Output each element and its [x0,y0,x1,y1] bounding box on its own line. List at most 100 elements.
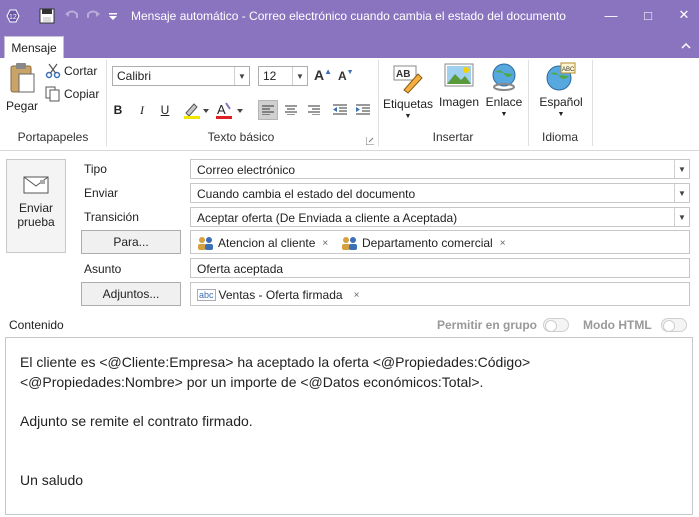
increase-indent-icon [356,104,370,115]
tag-pencil-icon: AB [393,65,423,94]
transicion-value: Aceptar oferta (De Enviada a cliente a A… [197,211,458,225]
asunto-input[interactable]: Oferta aceptada [190,258,690,278]
font-family-select[interactable]: Calibri ▼ [112,66,250,86]
group-label-insertar: Insertar [432,130,474,144]
customize-quick-access-icon[interactable] [108,8,118,24]
asunto-label: Asunto [84,262,122,276]
recipient-name: Departamento comercial [362,236,493,250]
remove-icon[interactable]: × [322,238,328,249]
etiquetas-label: Etiquetas [382,97,434,111]
attachment-chip[interactable]: abc Ventas - Oferta firmada × [197,288,359,302]
font-family-value: Calibri [117,69,152,83]
tab-mensaje[interactable]: Mensaje [4,36,64,59]
etiquetas-button[interactable]: AB Etiquetas ▼ [382,62,434,126]
body-line: Adjunto se remite el contrato firmado. [20,413,253,429]
ribbon-separator [592,60,593,146]
chevron-down-icon: ▼ [674,208,689,226]
tipo-label: Tipo [84,162,107,176]
language-globe-icon: ABC [546,62,576,91]
recipients-field[interactable]: Atencion al cliente × Departamento comer… [190,230,690,254]
group-label-texto-basico: Texto básico [207,130,275,144]
cut-button[interactable]: Cortar [45,62,97,80]
send-test-button[interactable]: Enviar prueba [6,159,66,253]
svg-text:A: A [217,102,226,117]
recipient-chip[interactable]: Departamento comercial × [341,236,506,250]
svg-text:AB: AB [396,69,410,80]
redo-icon[interactable] [85,8,101,24]
minimize-button[interactable]: — [595,0,627,30]
transicion-select[interactable]: Aceptar oferta (De Enviada a cliente a A… [190,207,690,227]
app-icon[interactable]: 12 [4,7,22,25]
highlight-button[interactable] [182,100,210,120]
close-button[interactable]: ✕ [668,0,699,30]
idioma-button[interactable]: ABC Español ▼ [534,62,588,126]
imagen-label: Imagen [438,95,480,109]
font-size-select[interactable]: 12 ▼ [258,66,308,86]
grow-font-button[interactable]: A▲ [314,67,332,83]
attachments-field[interactable]: abc Ventas - Oferta firmada × [190,282,690,306]
idioma-label: Español [539,95,583,109]
italic-button[interactable]: I [132,100,152,120]
enviar-select[interactable]: Cuando cambia el estado del documento ▼ [190,183,690,203]
body-line: Un saludo [20,472,84,488]
group-label-idioma: Idioma [541,130,579,144]
body-line: El cliente es <@Cliente:Empresa> ha acep… [20,354,531,370]
attachment-name: Ventas - Oferta firmada [218,288,343,302]
enviar-label: Enviar [84,186,119,200]
remove-icon[interactable]: × [500,238,506,249]
copy-label: Copiar [64,87,100,101]
enviar-value: Cuando cambia el estado del documento [197,187,416,201]
maximize-button[interactable]: □ [632,0,664,30]
grow-font-icon: A [314,67,325,83]
undo-icon[interactable] [64,8,80,24]
permitir-en-grupo-toggle[interactable] [543,318,569,332]
align-left-button[interactable] [258,100,278,120]
transicion-label: Transición [84,210,139,224]
send-test-line1: Enviar [18,201,53,215]
group-users-icon [198,237,213,250]
message-body-editor[interactable]: El cliente es <@Cliente:Empresa> ha acep… [5,337,693,515]
remove-icon[interactable]: × [354,290,360,301]
align-right-button[interactable] [304,100,324,120]
decrease-indent-button[interactable] [330,100,350,120]
copy-button[interactable]: Copiar [45,85,99,103]
shrink-font-button[interactable]: A▼ [338,69,354,83]
font-color-button[interactable]: A [214,100,246,120]
group-label-portapapeles: Portapapeles [17,130,89,144]
enlace-button[interactable]: Enlace ▼ [484,62,524,126]
paste-label: Pegar [5,99,39,113]
align-center-icon [285,105,297,115]
align-left-icon [262,105,274,115]
ribbon: Pegar Cortar Copiar Portapapeles Calibri… [0,58,699,151]
recipient-chip[interactable]: Atencion al cliente × [197,236,328,250]
adjuntos-button[interactable]: Adjuntos... [81,282,181,306]
chevron-down-icon: ▼ [557,111,565,118]
font-size-value: 12 [263,69,277,83]
modo-html-toggle[interactable] [661,318,687,332]
underline-button[interactable]: U [155,100,175,120]
asunto-value: Oferta aceptada [197,262,284,276]
tipo-value: Correo electrónico [197,163,296,177]
imagen-button[interactable]: Imagen [436,62,482,112]
scissors-icon [45,63,61,79]
modo-html-label: Modo HTML [583,318,652,332]
group-users-icon [342,237,357,250]
highlighter-icon [184,103,209,119]
clipboard-icon [10,63,35,93]
align-center-button[interactable] [281,100,301,120]
dialog-launcher-icon[interactable] [365,134,374,146]
bold-button[interactable]: B [108,100,128,120]
paste-button[interactable]: Pegar [4,62,40,122]
increase-indent-button[interactable] [353,100,373,120]
body-line: <@Propiedades:Nombre> por un importe de … [20,374,484,390]
svg-text:12: 12 [9,14,17,21]
collapse-ribbon-icon[interactable] [680,40,692,52]
tipo-select[interactable]: Correo electrónico ▼ [190,159,690,179]
shrink-font-icon: A [338,69,347,83]
recipient-name: Atencion al cliente [218,236,316,250]
document-icon: abc [197,289,216,301]
decrease-indent-icon [333,104,347,115]
para-button[interactable]: Para... [81,230,181,254]
save-icon[interactable] [39,8,55,24]
chevron-down-icon: ▼ [674,160,689,178]
